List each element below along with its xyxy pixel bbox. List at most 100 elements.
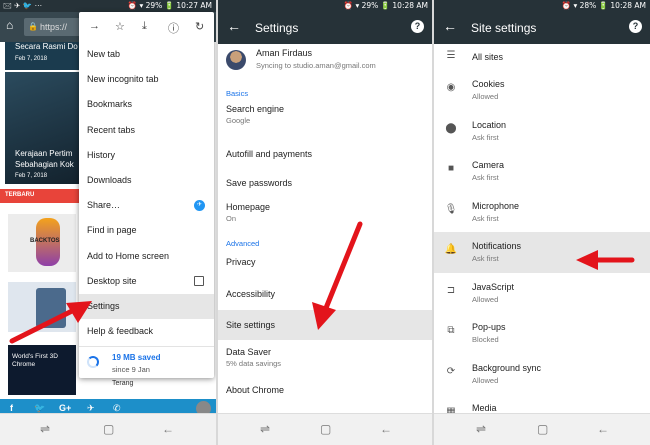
account-row[interactable]: Aman Firdaus Syncing to studio.aman@gmai… <box>218 44 432 80</box>
section-header-terbaru: TERBARU <box>0 189 79 203</box>
site-settings-app-bar: ← Site settings ? <box>434 12 650 44</box>
lock-icon: 🔒 <box>28 22 38 31</box>
thumbnail-2[interactable] <box>8 282 76 332</box>
menu-item-history[interactable]: History <box>79 143 214 168</box>
saved-since: since 9 Jan <box>112 365 150 374</box>
facebook-icon[interactable]: f <box>10 403 13 413</box>
settings-item-homepage[interactable]: Homepage On <box>218 198 432 228</box>
back-arrow-icon[interactable]: ← <box>443 18 457 34</box>
site-setting-popups[interactable]: ⧉ Pop-ups Blocked <box>434 313 650 354</box>
settings-item-accessibility[interactable]: Accessibility <box>218 280 432 310</box>
settings-item-site-settings[interactable]: Site settings <box>218 310 432 340</box>
menu-item-desktop-site[interactable]: Desktop site <box>79 269 214 294</box>
thumbnail-1[interactable]: BACKTOS <box>8 214 76 272</box>
settings-item-label: Homepage <box>226 202 271 212</box>
menu-item-recent-tabs[interactable]: Recent tabs <box>79 118 214 143</box>
site-setting-status: Allowed <box>472 294 499 304</box>
location-pin-icon: ⬤ <box>445 122 457 134</box>
site-setting-notifications[interactable]: 🔔 Notifications Ask first <box>434 232 650 273</box>
menu-item-bookmarks[interactable]: Bookmarks <box>79 92 214 117</box>
menu-item-add-to-home-screen[interactable]: Add to Home screen <box>79 244 214 269</box>
site-setting-status: Ask first <box>472 254 499 263</box>
menu-item-label: New tab <box>87 49 121 59</box>
home-button-icon[interactable]: ▢ <box>537 422 548 436</box>
site-setting-microphone[interactable]: 🎙 Microphone Ask first <box>434 192 650 233</box>
back-icon[interactable]: ← <box>380 422 392 436</box>
site-setting-status: Allowed <box>472 375 499 385</box>
settings-item-privacy[interactable]: Privacy <box>218 250 432 280</box>
download-icon[interactable]: ⤓ <box>142 20 147 33</box>
site-setting-background-sync[interactable]: ⟳ Background sync Allowed <box>434 354 650 395</box>
site-setting-location[interactable]: ⬤ Location Ask first <box>434 111 650 152</box>
site-setting-camera[interactable]: ■ Camera Ask first <box>434 151 650 192</box>
home-icon[interactable]: ⌂ <box>6 18 13 32</box>
back-icon[interactable]: ← <box>597 422 609 436</box>
recents-icon[interactable]: ⇌ <box>40 422 50 436</box>
microphone-icon: 🎙 <box>444 203 458 215</box>
settings-item-label: About Chrome <box>226 385 285 395</box>
data-saver-summary[interactable]: 19 MB saved since 9 Jan <box>79 346 214 378</box>
settings-item-about-chrome[interactable]: About Chrome <box>218 376 432 406</box>
menu-item-downloads[interactable]: Downloads <box>79 168 214 193</box>
settings-item-sub: Google <box>226 116 251 125</box>
media-icon: ▦ <box>446 406 456 413</box>
article-image-2[interactable]: Kerajaan Pertim Sebahagian Kok Feb 7, 20… <box>5 72 79 184</box>
site-setting-label: Location <box>472 119 507 130</box>
site-setting-cookies[interactable]: ◉ Cookies Allowed <box>434 70 650 111</box>
section-label: TERBARU <box>5 192 35 198</box>
article-image-1[interactable]: Secara Rasmi Do Feb 7, 2018 <box>5 42 79 70</box>
bookmark-star-icon[interactable]: ☆ <box>115 20 125 33</box>
menu-item-find-in-page[interactable]: Find in page <box>79 218 214 243</box>
recents-icon[interactable]: ⇌ <box>476 422 486 436</box>
back-arrow-icon[interactable]: ← <box>227 18 241 34</box>
list-icon: ☰ <box>446 50 456 61</box>
desktop-site-checkbox[interactable] <box>194 275 204 286</box>
home-button-icon[interactable]: ▢ <box>320 422 331 436</box>
site-settings-list: ☰ All sites ◉ Cookies Allowed ⬤ Location Ask … <box>434 44 650 413</box>
android-nav-bar: ⇌ ▢ ← <box>0 413 216 445</box>
settings-item-data-saver[interactable]: Data Saver 5% data savings <box>218 340 432 376</box>
android-nav-bar: ⇌ ▢ ← <box>218 413 432 445</box>
thumbnail-3[interactable]: World's First 3D Chrome <box>8 345 76 395</box>
settings-item-autofill[interactable]: Autofill and payments <box>218 142 432 172</box>
notification-icons: 🖂 ✈ 🐦 ⋯ <box>3 1 43 10</box>
menu-item-label: History <box>87 149 116 160</box>
page-title: Settings <box>255 21 299 35</box>
bell-icon: 🔔 <box>444 244 458 255</box>
info-icon[interactable]: ⓘ <box>168 20 179 36</box>
settings-item-search-engine[interactable]: Search engine Google <box>218 100 432 142</box>
site-setting-status: Allowed <box>472 92 499 101</box>
menu-item-label: Downloads <box>87 174 132 185</box>
chrome-overflow-menu: → ☆ ⤓ ⓘ ↻ New tab New incognito tab Book… <box>79 12 214 378</box>
site-setting-media[interactable]: ▦ Media <box>434 394 650 413</box>
settings-item-sub: On <box>226 214 237 223</box>
site-setting-all-sites[interactable]: ☰ All sites <box>434 44 650 70</box>
back-icon[interactable]: ← <box>162 422 174 436</box>
menu-item-new-tab[interactable]: New tab <box>79 42 214 67</box>
thumbnail-text: World's First 3D Chrome <box>12 353 58 368</box>
help-icon[interactable]: ? <box>411 20 424 33</box>
menu-item-new-incognito-tab[interactable]: New incognito tab <box>79 67 214 92</box>
recents-icon[interactable]: ⇌ <box>260 422 270 436</box>
menu-item-share[interactable]: Share… ✈ <box>79 193 214 218</box>
menu-item-help-feedback[interactable]: Help & feedback <box>79 319 214 344</box>
site-setting-javascript[interactable]: ⊐ JavaScript Allowed <box>434 273 650 314</box>
site-setting-label: All sites <box>472 52 504 62</box>
status-bar: 🖂 ✈ 🐦 ⋯ ⏰ ▾ 29% 🔋 10:27 AM <box>0 0 216 12</box>
refresh-icon[interactable]: ↻ <box>195 20 204 33</box>
forward-icon[interactable]: → <box>89 20 100 32</box>
menu-item-settings[interactable]: Settings <box>79 293 214 320</box>
menu-item-label: Find in page <box>87 225 137 236</box>
account-name: Aman Firdaus <box>256 48 313 58</box>
home-button-icon[interactable]: ▢ <box>103 422 114 436</box>
menu-item-label: New incognito tab <box>87 74 159 85</box>
camera-icon: ■ <box>447 163 455 174</box>
site-setting-label: Notifications <box>472 241 522 251</box>
thumbnail-text: BACKTOS <box>30 238 60 244</box>
saved-amount: 19 MB saved <box>112 353 161 362</box>
help-icon[interactable]: ? <box>629 20 642 33</box>
settings-item-save-passwords[interactable]: Save passwords <box>218 172 432 198</box>
site-setting-label: JavaScript <box>472 281 515 292</box>
google-plus-icon[interactable]: G+ <box>59 403 71 413</box>
site-setting-status: Ask first <box>472 132 499 142</box>
